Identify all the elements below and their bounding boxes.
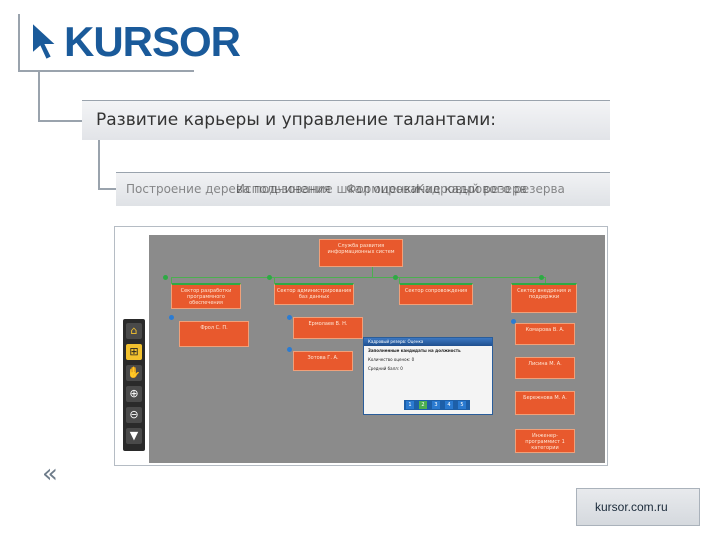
popup-pager[interactable]: 1 2 3 4 5 [404,400,470,410]
site-url[interactable]: kursor.com.ru [595,500,668,514]
org-box[interactable]: Сектор внедрения и поддержки [511,283,577,313]
zoom-in-icon[interactable]: ⊕ [126,386,142,402]
zoom-out-icon[interactable]: ⊖ [126,407,142,423]
logo-text: KURSOR [64,18,241,65]
back-icon[interactable]: « [42,460,58,488]
popup-row: Количество оценок: 0 [368,357,415,362]
reserve-popup[interactable]: Кадровый резерв: Оценка Заполненные канд… [363,337,493,415]
page-button[interactable]: 1 [406,401,414,409]
org-box[interactable]: Лисина М. А. [515,357,575,379]
org-box[interactable]: Сектор администрирования баз данных [274,283,354,305]
org-box[interactable]: Сектор сопровождения [399,283,473,305]
org-box[interactable]: Фрол С. П. [179,321,249,347]
page-button[interactable]: 4 [445,401,453,409]
popup-header: Кадровый резерв: Оценка [364,338,492,346]
brand-logo: KURSOR [18,14,241,72]
app-screenshot: ⌂ ⊞ ✋ ⊕ ⊖ ▼ Служба развития информационн… [114,226,608,466]
org-box[interactable]: Инженер-программист 1 категории [515,429,575,453]
org-box[interactable]: Служба развития информационных систем [319,239,403,267]
page-button[interactable]: 3 [432,401,440,409]
org-box[interactable]: Ермолаев В. Н. [293,317,363,339]
org-box[interactable]: Комарова В. А. [515,323,575,345]
slide-title: Развитие карьеры и управление талантами: [96,110,497,130]
zoom-toolbar[interactable]: ⌂ ⊞ ✋ ⊕ ⊖ ▼ [123,319,145,451]
popup-row: Заполненные кандидаты на должность [368,348,461,353]
org-box[interactable]: Сектор разработки программного обеспечен… [171,283,241,309]
title-band: Развитие карьеры и управление талантами: [82,100,610,140]
slide: KURSOR Развитие карьеры и управление тал… [0,0,720,540]
url-box[interactable]: kursor.com.ru [576,488,700,526]
org-box[interactable]: Бережнова М. А. [515,391,575,415]
org-chart-canvas[interactable]: Служба развития информационных систем Се… [149,235,605,463]
subtitle-layer-4: Формирование кадрового резерва [346,182,565,196]
home-icon[interactable]: ⌂ [126,323,142,339]
subtitle-band: Построение дерева подчинения Использован… [116,172,610,206]
page-button[interactable]: 2 [419,401,427,409]
filter-icon[interactable]: ▼ [126,428,142,444]
org-box[interactable]: Зотова Г. А. [293,351,353,371]
popup-row: Средний балл: 0 [368,366,403,371]
page-button[interactable]: 5 [458,401,466,409]
tree-icon[interactable]: ⊞ [126,344,142,360]
cursor-arrow-icon [31,20,60,62]
hand-icon[interactable]: ✋ [126,365,142,381]
